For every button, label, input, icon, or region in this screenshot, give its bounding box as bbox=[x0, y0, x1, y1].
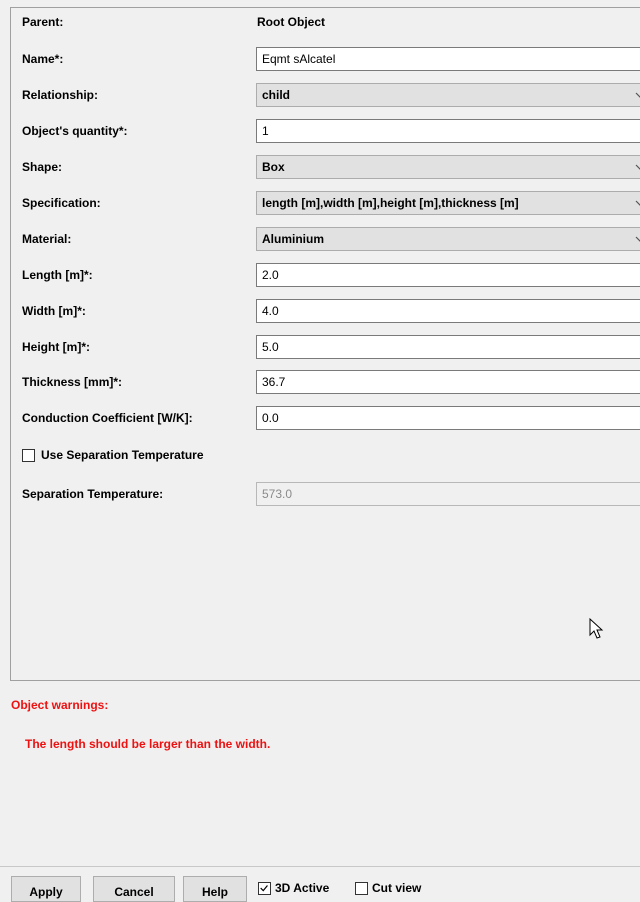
use-separation-temperature-label: Use Separation Temperature bbox=[41, 448, 204, 462]
thickness-input[interactable]: 36.7 bbox=[256, 370, 640, 394]
chevron-down-icon bbox=[635, 164, 640, 170]
specification-row: Specification: length [m],width [m],heig… bbox=[11, 191, 640, 217]
parent-value: Root Object bbox=[257, 15, 325, 29]
shape-select[interactable]: Box bbox=[256, 155, 640, 179]
specification-select[interactable]: length [m],width [m],height [m],thicknes… bbox=[256, 191, 640, 215]
object-properties-panel: Parent: Root Object Name*: Eqmt sAlcatel… bbox=[10, 7, 640, 681]
specification-label: Specification: bbox=[22, 196, 101, 210]
warning-message: The length should be larger than the wid… bbox=[25, 737, 271, 751]
relationship-row: Relationship: child bbox=[11, 83, 640, 109]
material-row: Material: Aluminium bbox=[11, 227, 640, 253]
chevron-down-icon bbox=[635, 200, 640, 206]
length-input[interactable]: 2.0 bbox=[256, 263, 640, 287]
chevron-down-icon bbox=[635, 236, 640, 242]
conduction-row: Conduction Coefficient [W/K]: 0.0 bbox=[11, 406, 640, 432]
thickness-label: Thickness [mm]*: bbox=[22, 375, 123, 389]
height-label: Height [m]*: bbox=[22, 340, 90, 354]
separation-temperature-label: Separation Temperature: bbox=[22, 487, 164, 501]
shape-row: Shape: Box bbox=[11, 155, 640, 181]
3d-active-checkbox[interactable]: 3D Active bbox=[258, 881, 329, 895]
parent-label: Parent: bbox=[22, 15, 64, 29]
parent-row: Parent: Root Object bbox=[11, 10, 640, 36]
separation-temperature-row: Separation Temperature: 573.0 bbox=[11, 482, 640, 508]
help-button[interactable]: Help bbox=[183, 876, 247, 902]
name-label: Name*: bbox=[22, 52, 64, 66]
width-label: Width [m]*: bbox=[22, 304, 86, 318]
conduction-label: Conduction Coefficient [W/K]: bbox=[22, 411, 193, 425]
object-warnings-title: Object warnings: bbox=[11, 698, 109, 712]
mouse-cursor-icon bbox=[589, 618, 604, 639]
relationship-label: Relationship: bbox=[22, 88, 99, 102]
specification-value: length [m],width [m],height [m],thicknes… bbox=[262, 196, 519, 210]
cut-view-label: Cut view bbox=[372, 881, 422, 895]
length-label: Length [m]*: bbox=[22, 268, 93, 282]
quantity-row: Object's quantity*: 1 bbox=[11, 119, 640, 145]
quantity-label: Object's quantity*: bbox=[22, 124, 128, 138]
apply-button[interactable]: Apply bbox=[11, 876, 81, 902]
relationship-value: child bbox=[262, 88, 291, 102]
footer-bar: Apply Cancel Help 3D Active Cut view bbox=[0, 866, 640, 902]
relationship-select[interactable]: child bbox=[256, 83, 640, 107]
thickness-row: Thickness [mm]*: 36.7 bbox=[11, 370, 640, 396]
material-select[interactable]: Aluminium bbox=[256, 227, 640, 251]
checkbox-unchecked-icon bbox=[355, 881, 368, 895]
separation-temperature-input: 573.0 bbox=[256, 482, 640, 506]
name-row: Name*: Eqmt sAlcatel bbox=[11, 47, 640, 73]
height-input[interactable]: 5.0 bbox=[256, 335, 640, 359]
width-row: Width [m]*: 4.0 bbox=[11, 299, 640, 325]
shape-value: Box bbox=[262, 160, 285, 174]
3d-active-label: 3D Active bbox=[275, 881, 330, 895]
width-input[interactable]: 4.0 bbox=[256, 299, 640, 323]
height-row: Height [m]*: 5.0 bbox=[11, 335, 640, 361]
checkbox-unchecked-icon bbox=[22, 448, 35, 462]
cut-view-checkbox[interactable]: Cut view bbox=[355, 881, 421, 895]
quantity-input[interactable]: 1 bbox=[256, 119, 640, 143]
conduction-input[interactable]: 0.0 bbox=[256, 406, 640, 430]
chevron-down-icon bbox=[635, 92, 640, 98]
shape-label: Shape: bbox=[22, 160, 63, 174]
cancel-button[interactable]: Cancel bbox=[93, 876, 175, 902]
material-value: Aluminium bbox=[262, 232, 324, 246]
length-row: Length [m]*: 2.0 bbox=[11, 263, 640, 289]
name-input[interactable]: Eqmt sAlcatel bbox=[256, 47, 640, 71]
material-label: Material: bbox=[22, 232, 72, 246]
checkbox-checked-icon bbox=[258, 881, 271, 895]
use-separation-temperature-checkbox[interactable]: Use Separation Temperature bbox=[22, 448, 204, 462]
